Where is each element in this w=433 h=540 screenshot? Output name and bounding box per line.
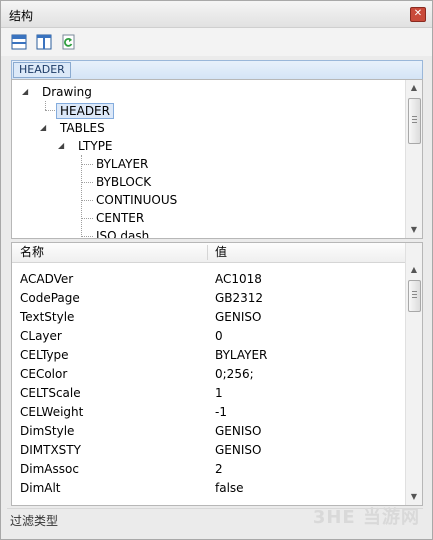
toolbar	[1, 28, 432, 56]
scroll-up-arrow-icon[interactable]: ▲	[406, 262, 422, 278]
tree-node-header[interactable]: HEADER	[56, 101, 114, 119]
window-title: 结构	[9, 9, 34, 23]
scroll-thumb[interactable]	[408, 280, 421, 312]
tree-leaf[interactable]: CONTINUOUS	[96, 191, 177, 209]
scroll-up-arrow-icon[interactable]: ▲	[406, 80, 422, 96]
structure-panel: 结构 ✕ HEADER ◢ Drawing HEADER ◢ TABLES ◢ …	[0, 0, 433, 540]
structure-tree[interactable]: ◢ Drawing HEADER ◢ TABLES ◢ LTYPE BYLAYE…	[11, 79, 423, 239]
breadcrumb: HEADER	[11, 60, 423, 80]
close-button[interactable]: ✕	[410, 7, 426, 22]
expand-triangle-icon[interactable]: ◢	[40, 119, 46, 137]
property-row[interactable]: CLayer 0	[12, 327, 406, 346]
breadcrumb-item-header[interactable]: HEADER	[13, 62, 71, 78]
tree-leaf[interactable]: CENTER	[96, 209, 144, 227]
property-row[interactable]: DIMTXSTY GENISO	[12, 441, 406, 460]
tree-scrollbar[interactable]: ▲ ▼	[405, 80, 422, 238]
property-row[interactable]: ACADVer AC1018	[12, 270, 406, 289]
tree-leaf[interactable]: BYLAYER	[96, 155, 148, 173]
refresh-icon[interactable]	[61, 34, 77, 50]
expand-triangle-icon[interactable]: ◢	[58, 137, 64, 155]
layout-vertical-icon[interactable]	[36, 34, 52, 50]
tree-leaf[interactable]: ISO dash	[96, 227, 149, 238]
layout-horizontal-icon[interactable]	[11, 34, 27, 50]
properties-scrollbar[interactable]: ▲ ▼	[405, 243, 422, 505]
scroll-down-arrow-icon[interactable]: ▼	[406, 222, 422, 238]
property-row[interactable]: CELWeight -1	[12, 403, 406, 422]
properties-header: 名称 值	[12, 243, 406, 263]
watermark-logo: 3HE 当游网	[312, 507, 420, 528]
close-icon: ✕	[413, 8, 423, 19]
property-row[interactable]: DimAlt false	[12, 479, 406, 498]
expand-triangle-icon[interactable]: ◢	[22, 83, 28, 101]
property-row[interactable]: CELTScale 1	[12, 384, 406, 403]
column-header-name[interactable]: 名称	[12, 243, 44, 262]
property-row[interactable]: TextStyle GENISO	[12, 308, 406, 327]
property-row[interactable]: DimAssoc 2	[12, 460, 406, 479]
properties-list[interactable]: 名称 值 ACADVer AC1018 CodePage GB2312 TextSt…	[11, 242, 423, 506]
property-row[interactable]: DimStyle GENISO	[12, 422, 406, 441]
property-row[interactable]: CELType BYLAYER	[12, 346, 406, 365]
filter-type-label: 过滤类型	[10, 514, 59, 528]
scroll-thumb[interactable]	[408, 98, 421, 144]
tree-leaf[interactable]: BYBLOCK	[96, 173, 151, 191]
property-row[interactable]: CEColor 0;256;	[12, 365, 406, 384]
column-header-value[interactable]: 值	[207, 243, 227, 262]
title-bar: 结构 ✕	[1, 1, 432, 28]
property-row[interactable]: CodePage GB2312	[12, 289, 406, 308]
